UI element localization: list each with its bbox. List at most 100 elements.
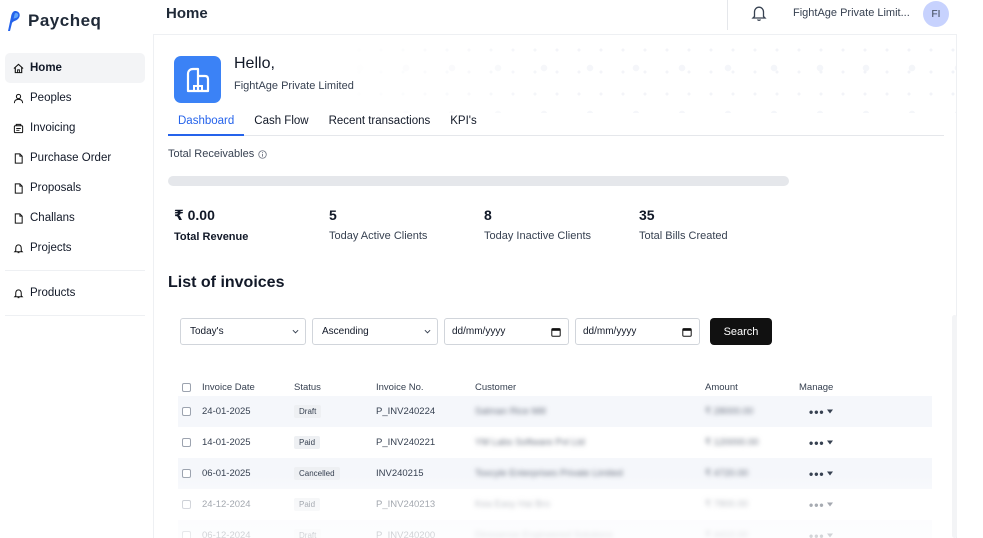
from-date-placeholder: dd/mm/yyyy <box>452 326 506 337</box>
tab-cash-flow[interactable]: Cash Flow <box>244 109 318 136</box>
search-button[interactable]: Search <box>710 318 772 345</box>
sidebar-item-purchase-order[interactable]: Purchase Order <box>5 143 145 173</box>
calendar-icon[interactable] <box>551 327 561 337</box>
total-receivables-label: Total Receivables <box>168 148 267 160</box>
organization-logo <box>174 56 221 103</box>
brand[interactable]: Paycheq <box>8 11 101 31</box>
sidebar: Paycheq Home Peoples Invoicing Purchase … <box>0 0 152 538</box>
org-switcher[interactable]: FightAge Private Limit... <box>793 7 910 19</box>
sidebar-item-label: Projects <box>30 242 72 254</box>
table-row[interactable]: 06-12-2024 Draft P_INV240200 Dinosense E… <box>178 520 932 538</box>
manage-menu-button[interactable]: ••• <box>799 405 889 419</box>
invoice-date: 24-01-2025 <box>202 406 251 417</box>
table-row[interactable]: 14-01-2025 Paid P_INV240221 YM Labs Soft… <box>178 427 932 458</box>
invoice-amount: ₹ 28000.00 <box>705 406 754 417</box>
invoice-number[interactable]: P_INV240221 <box>376 437 475 448</box>
caret-down-icon <box>826 502 833 507</box>
sidebar-item-label: Challans <box>30 212 75 224</box>
from-date-input[interactable]: dd/mm/yyyy <box>444 318 569 345</box>
sidebar-item-home[interactable]: Home <box>5 53 145 83</box>
column-header[interactable]: Invoice No. <box>376 382 475 393</box>
to-date-input[interactable]: dd/mm/yyyy <box>575 318 700 345</box>
notification-bell-icon[interactable] <box>751 5 767 22</box>
caret-down-icon <box>826 409 833 414</box>
manage-menu-button[interactable]: ••• <box>799 467 889 481</box>
column-header[interactable]: Customer <box>475 382 705 393</box>
more-icon: ••• <box>809 528 825 538</box>
invoice-icon <box>13 123 24 133</box>
column-header[interactable]: Invoice Date <box>202 382 294 393</box>
invoice-amount: ₹ 120000.00 <box>705 437 759 448</box>
document-icon <box>14 182 23 194</box>
sidebar-item-proposals[interactable]: Proposals <box>5 173 145 203</box>
status-badge: Paid <box>294 498 321 511</box>
avatar[interactable]: FI <box>923 1 949 27</box>
customer-name: Kea Easy Hai Bro <box>475 499 550 510</box>
manage-menu-button[interactable]: ••• <box>799 436 889 450</box>
sidebar-item-challans[interactable]: Challans <box>5 203 145 233</box>
table-row[interactable]: 24-01-2025 Draft P_INV240224 Salman Rice… <box>178 396 932 427</box>
chevron-down-icon <box>292 329 299 334</box>
stat-value: 8 <box>484 207 492 223</box>
caret-down-icon <box>826 440 833 445</box>
table-row[interactable]: 24-12-2024 Paid P_INV240213 Kea Easy Hai… <box>178 489 932 520</box>
sidebar-item-invoicing[interactable]: Invoicing <box>5 113 145 143</box>
more-icon: ••• <box>809 435 825 450</box>
invoice-number[interactable]: P_INV240213 <box>376 499 475 510</box>
greeting: Hello, <box>234 55 275 72</box>
invoice-date: 06-12-2024 <box>202 530 251 538</box>
table-body: 24-01-2025 Draft P_INV240224 Salman Rice… <box>178 396 932 538</box>
row-checkbox[interactable] <box>182 500 191 509</box>
chevron-down-icon <box>424 329 431 334</box>
invoice-date: 14-01-2025 <box>202 437 251 448</box>
invoice-number[interactable]: P_INV240224 <box>376 406 475 417</box>
sidebar-item-label: Proposals <box>30 182 82 194</box>
sidebar-item-label: Invoicing <box>30 122 76 134</box>
sidebar-item-projects[interactable]: Projects <box>5 233 145 263</box>
stat-label: Total Revenue <box>174 231 249 243</box>
info-icon[interactable] <box>258 149 267 159</box>
stat-total-revenue: ₹ 0.00 Total Revenue <box>174 207 248 243</box>
manage-menu-button[interactable]: ••• <box>799 529 889 538</box>
main-panel: Hello, FightAge Private Limited Dashboar… <box>153 34 957 538</box>
sort-order-select[interactable]: Ascending <box>312 318 438 345</box>
column-header[interactable]: Amount <box>705 382 799 393</box>
stat-active-clients: 5 Today Active Clients <box>329 207 427 242</box>
sort-order-select-value: Ascending <box>322 326 369 337</box>
stat-bills-created: 35 Total Bills Created <box>639 207 728 242</box>
tab-recent-transactions[interactable]: Recent transactions <box>319 109 441 136</box>
sidebar-item-label: Purchase Order <box>30 152 112 164</box>
sidebar-item-label: Peoples <box>30 92 72 104</box>
stat-value: 35 <box>639 207 655 223</box>
sidebar-divider <box>5 315 145 316</box>
stat-inactive-clients: 8 Today Inactive Clients <box>484 207 591 242</box>
sidebar-item-peoples[interactable]: Peoples <box>5 83 145 113</box>
calendar-icon[interactable] <box>682 327 692 337</box>
invoice-number[interactable]: INV240215 <box>376 468 475 479</box>
building-icon <box>186 67 209 92</box>
more-icon: ••• <box>809 466 825 481</box>
paycheq-logo-icon <box>8 11 20 31</box>
scrollbar[interactable] <box>952 315 957 538</box>
tab-kpis[interactable]: KPI's <box>440 109 486 136</box>
caret-down-icon <box>826 533 833 538</box>
row-checkbox[interactable] <box>182 407 191 416</box>
invoices-table: Invoice Date Status Invoice No. Customer… <box>178 378 932 538</box>
column-header: Manage <box>799 381 834 393</box>
document-icon <box>14 152 23 164</box>
greeting-org-name: FightAge Private Limited <box>234 80 354 92</box>
row-checkbox[interactable] <box>182 438 191 447</box>
manage-menu-button[interactable]: ••• <box>799 498 889 512</box>
sidebar-divider <box>5 270 145 271</box>
sidebar-item-products[interactable]: Products <box>5 278 145 308</box>
period-select[interactable]: Today's <box>180 318 306 345</box>
status-badge: Draft <box>294 529 322 538</box>
column-header[interactable]: Status <box>294 382 376 393</box>
stat-value: 5 <box>329 207 337 223</box>
invoice-number[interactable]: P_INV240200 <box>376 530 475 538</box>
row-checkbox[interactable] <box>182 531 191 538</box>
table-row[interactable]: 06-01-2025 Cancelled INV240215 Toxcyle E… <box>178 458 932 489</box>
tab-dashboard[interactable]: Dashboard <box>168 109 245 136</box>
row-checkbox[interactable] <box>182 469 191 478</box>
select-all-checkbox[interactable] <box>182 382 191 392</box>
